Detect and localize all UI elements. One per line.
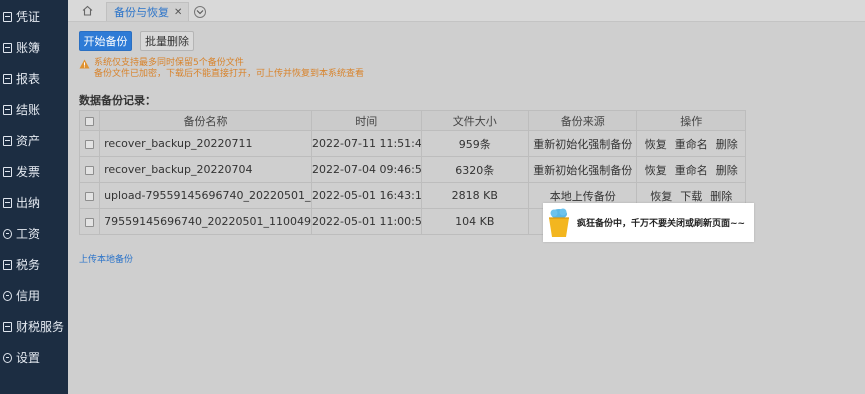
sidebar-item-closing[interactable]: 结账 [0, 94, 68, 125]
tab-backup-restore[interactable]: 备份与恢复 ✕ [106, 2, 190, 21]
sidebar-item-ledger[interactable]: 账簿 [0, 32, 68, 63]
batch-delete-button[interactable]: 批量删除 [140, 31, 194, 51]
backup-size: 104 KB [420, 208, 529, 235]
backup-name: 79559145696740_20220501_110049.zip [99, 208, 313, 235]
tab-home[interactable] [68, 0, 106, 21]
sidebar-item-voucher[interactable]: 凭证 [0, 1, 68, 32]
backup-name: recover_backup_20220711 [99, 130, 313, 157]
delete-link[interactable]: 删除 [710, 190, 732, 203]
table-row: recover_backup_20220704 2022-07-04 09:46… [78, 156, 746, 183]
notice-line-2: 备份文件已加密，下载后不能直接打开，可上传并恢复到本系统查看 [94, 69, 365, 79]
start-backup-button[interactable]: 开始备份 [79, 31, 132, 51]
asset-icon [3, 135, 12, 146]
bucket-icon [549, 208, 569, 237]
select-all-checkbox[interactable] [85, 116, 95, 126]
section-title: 数据备份记录： [79, 94, 156, 107]
sidebar-item-label: 财税服务 [16, 320, 65, 334]
sidebar-item-settings[interactable]: 设置 [0, 342, 68, 373]
row-select-cell [78, 156, 101, 183]
sidebar-item-label: 税务 [16, 258, 41, 272]
close-icon[interactable]: ✕ [174, 7, 182, 18]
restore-link[interactable]: 恢复 [650, 190, 672, 203]
header-name: 备份名称 [99, 110, 313, 131]
delete-link[interactable]: 删除 [716, 164, 738, 177]
upload-local-backup-link[interactable]: 上传本地备份 [79, 252, 133, 265]
sidebar-item-asset[interactable]: 资产 [0, 125, 68, 156]
delete-link[interactable]: 删除 [716, 138, 738, 151]
sidebar-item-label: 发票 [16, 165, 41, 179]
sidebar-item-label: 出纳 [16, 196, 41, 210]
row-select-cell [78, 208, 101, 235]
warning-icon [79, 59, 90, 69]
sidebar-item-label: 账簿 [16, 41, 41, 55]
backup-time: 2022-07-11 11:51:44 [311, 130, 422, 157]
salary-icon [3, 228, 12, 239]
report-icon [3, 73, 12, 84]
credit-icon [3, 290, 12, 301]
backup-source: 重新初始化强制备份 [527, 156, 638, 183]
header-source: 备份来源 [527, 110, 638, 131]
sidebar-item-cashier[interactable]: 出纳 [0, 187, 68, 218]
settings-icon [3, 352, 12, 363]
header-time: 时间 [311, 110, 422, 131]
chevron-down-icon [197, 10, 204, 15]
row-select-cell [78, 182, 101, 209]
backup-time: 2022-07-04 09:46:59 [311, 156, 422, 183]
sidebar-item-salary[interactable]: 工资 [0, 218, 68, 249]
restore-link[interactable]: 恢复 [645, 164, 667, 177]
sidebar-item-label: 工资 [16, 227, 41, 241]
tax-icon [3, 259, 12, 270]
header-size: 文件大小 [420, 110, 529, 131]
tab-menu-button[interactable] [194, 6, 207, 18]
backup-size: 2818 KB [420, 182, 529, 209]
sidebar-item-label: 凭证 [16, 10, 41, 24]
backup-source: 重新初始化强制备份 [527, 130, 638, 157]
row-actions: 恢复 重命名 删除 [636, 156, 746, 183]
sidebar-item-tax[interactable]: 税务 [0, 249, 68, 280]
header-select-all[interactable] [78, 110, 101, 131]
sidebar-item-label: 报表 [16, 72, 41, 86]
notice-line-1: 系统仅支持最多同时保留5个备份文件 [94, 58, 244, 68]
ledger-icon [3, 42, 12, 53]
row-checkbox[interactable] [85, 165, 95, 175]
table-header-row: 备份名称 时间 文件大小 备份来源 操作 [78, 110, 746, 131]
row-actions: 恢复 重命名 删除 [636, 130, 746, 157]
sidebar-item-finance-service[interactable]: 财税服务 [0, 311, 68, 342]
finance-service-icon [3, 321, 12, 332]
backup-name: upload-79559145696740_20220501_164315.zi… [99, 182, 313, 209]
sidebar-item-label: 资产 [16, 134, 41, 148]
sidebar-item-label: 信用 [16, 289, 41, 303]
row-checkbox[interactable] [85, 217, 95, 227]
backup-time: 2022-05-01 16:43:17 [311, 182, 422, 209]
rename-link[interactable]: 重命名 [675, 164, 708, 177]
sidebar-item-label: 结账 [16, 103, 41, 117]
cashier-icon [3, 197, 12, 208]
sidebar: 凭证 账簿 报表 结账 资产 发票 出纳 工资 税务 信用 财税服务 设置 [0, 0, 68, 394]
restore-link[interactable]: 恢复 [645, 138, 667, 151]
table-row: recover_backup_20220711 2022-07-11 11:51… [78, 130, 746, 157]
sidebar-item-credit[interactable]: 信用 [0, 280, 68, 311]
invoice-icon [3, 166, 12, 177]
backup-size: 6320条 [420, 156, 529, 183]
row-checkbox[interactable] [85, 139, 95, 149]
tab-bar: 备份与恢复 ✕ [68, 0, 865, 22]
rename-link[interactable]: 重命名 [675, 138, 708, 151]
row-checkbox[interactable] [85, 191, 95, 201]
backup-name: recover_backup_20220704 [99, 156, 313, 183]
voucher-icon [3, 11, 12, 22]
backup-time: 2022-05-01 11:00:50 [311, 208, 422, 235]
home-icon [82, 5, 92, 16]
backup-notice: 系统仅支持最多同时保留5个备份文件 备份文件已加密，下载后不能直接打开，可上传并… [79, 58, 364, 80]
closing-icon [3, 104, 12, 115]
toast-message: 疯狂备份中，千万不要关闭或刷新页面~~ [577, 219, 746, 229]
download-link[interactable]: 下载 [680, 190, 702, 203]
row-select-cell [78, 130, 101, 157]
sidebar-item-report[interactable]: 报表 [0, 63, 68, 94]
sidebar-item-label: 设置 [16, 351, 41, 365]
backup-progress-toast: 疯狂备份中，千万不要关闭或刷新页面~~ [543, 203, 754, 242]
header-actions: 操作 [636, 110, 746, 131]
tab-label: 备份与恢复 [114, 6, 169, 19]
backup-size: 959条 [420, 130, 529, 157]
sidebar-item-invoice[interactable]: 发票 [0, 156, 68, 187]
